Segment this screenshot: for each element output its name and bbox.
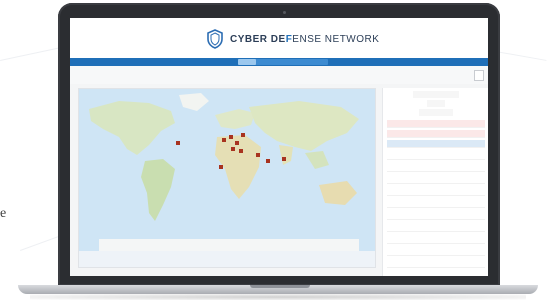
toolbar (70, 66, 488, 84)
list-item[interactable] (387, 120, 485, 128)
list-item[interactable] (387, 200, 485, 208)
list-item[interactable] (387, 140, 485, 148)
list-item[interactable] (387, 188, 485, 196)
landmass (99, 239, 359, 251)
laptop-notch (250, 285, 310, 288)
list-item[interactable] (387, 260, 485, 268)
attack-marker[interactable] (266, 159, 270, 163)
nav-bar (70, 58, 488, 66)
shield-logo-icon (207, 29, 223, 49)
list-item[interactable] (387, 176, 485, 184)
map-footer (79, 251, 375, 267)
attack-marker[interactable] (222, 138, 226, 142)
attack-marker[interactable] (176, 141, 180, 145)
header-line (419, 109, 453, 116)
header-line (413, 91, 459, 98)
attack-marker[interactable] (235, 141, 239, 145)
attack-marker[interactable] (219, 165, 223, 169)
brand-rest: ENSE NETWORK (292, 34, 380, 45)
list-item[interactable] (387, 236, 485, 244)
camera-icon (283, 11, 286, 14)
edge-text: e (0, 206, 7, 221)
list-item[interactable] (387, 152, 485, 160)
brand-strong: CYBER DE (230, 34, 286, 45)
list-item[interactable] (387, 164, 485, 172)
app-header: CYBER DEFENSE NETWORK (70, 18, 488, 58)
attack-marker[interactable] (282, 157, 286, 161)
attack-marker[interactable] (229, 135, 233, 139)
laptop-shadow (30, 294, 526, 300)
attack-marker[interactable] (241, 133, 245, 137)
attack-marker[interactable] (231, 147, 235, 151)
attack-marker[interactable] (239, 149, 243, 153)
list-item[interactable] (387, 224, 485, 232)
header-line (427, 100, 445, 107)
attack-list-header (383, 88, 488, 118)
window-icon[interactable] (474, 70, 484, 81)
app-title[interactable]: CYBER DEFENSE NETWORK (230, 34, 379, 45)
map-canvas (79, 89, 375, 251)
list-item[interactable] (387, 212, 485, 220)
list-item[interactable] (387, 130, 485, 138)
nav-tab-active[interactable] (238, 59, 256, 65)
attack-marker[interactable] (256, 153, 260, 157)
list-item[interactable] (387, 248, 485, 256)
world-map[interactable] (78, 88, 376, 268)
attack-list-panel (382, 88, 488, 276)
laptop-screen: CYBER DEFENSE NETWORK (70, 18, 488, 276)
